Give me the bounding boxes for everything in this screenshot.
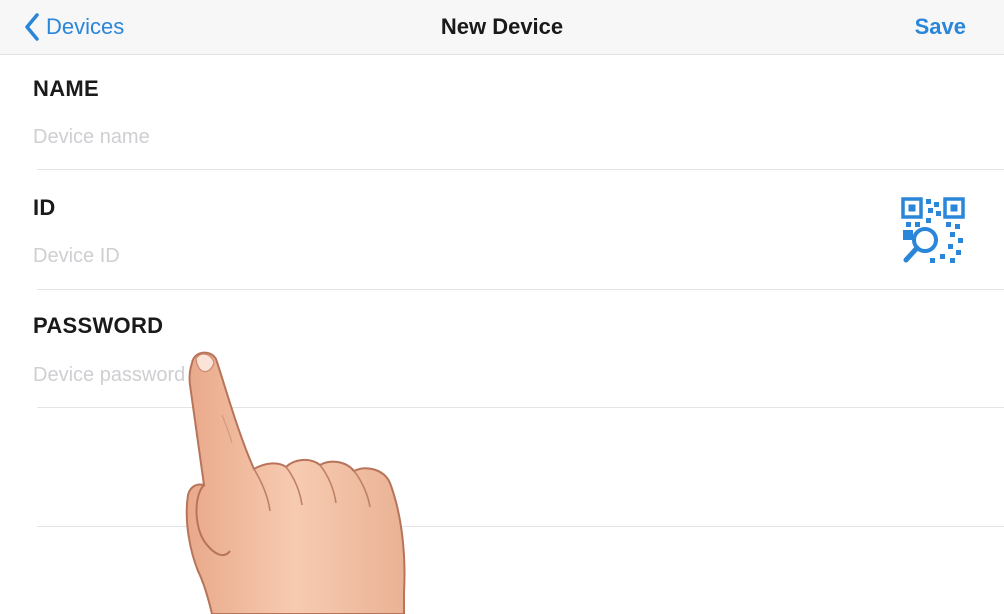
qr-scan-button[interactable] xyxy=(900,196,966,266)
separator xyxy=(37,526,1004,527)
separator xyxy=(37,169,1004,170)
password-field-label: PASSWORD xyxy=(33,313,164,338)
device-id-input[interactable] xyxy=(33,241,853,271)
device-name-input[interactable] xyxy=(33,122,853,152)
navigation-bar: Devices New Device Save xyxy=(0,0,1004,55)
new-device-screen: Devices New Device Save NAME ID xyxy=(0,0,1004,614)
save-button[interactable]: Save xyxy=(915,14,966,40)
separator xyxy=(37,407,1004,408)
device-password-input[interactable] xyxy=(33,360,853,390)
id-field-label: ID xyxy=(33,195,56,220)
qr-scan-icon xyxy=(901,197,965,263)
page-title: New Device xyxy=(440,14,564,39)
separator xyxy=(37,289,1004,290)
name-field-label: NAME xyxy=(33,76,99,101)
